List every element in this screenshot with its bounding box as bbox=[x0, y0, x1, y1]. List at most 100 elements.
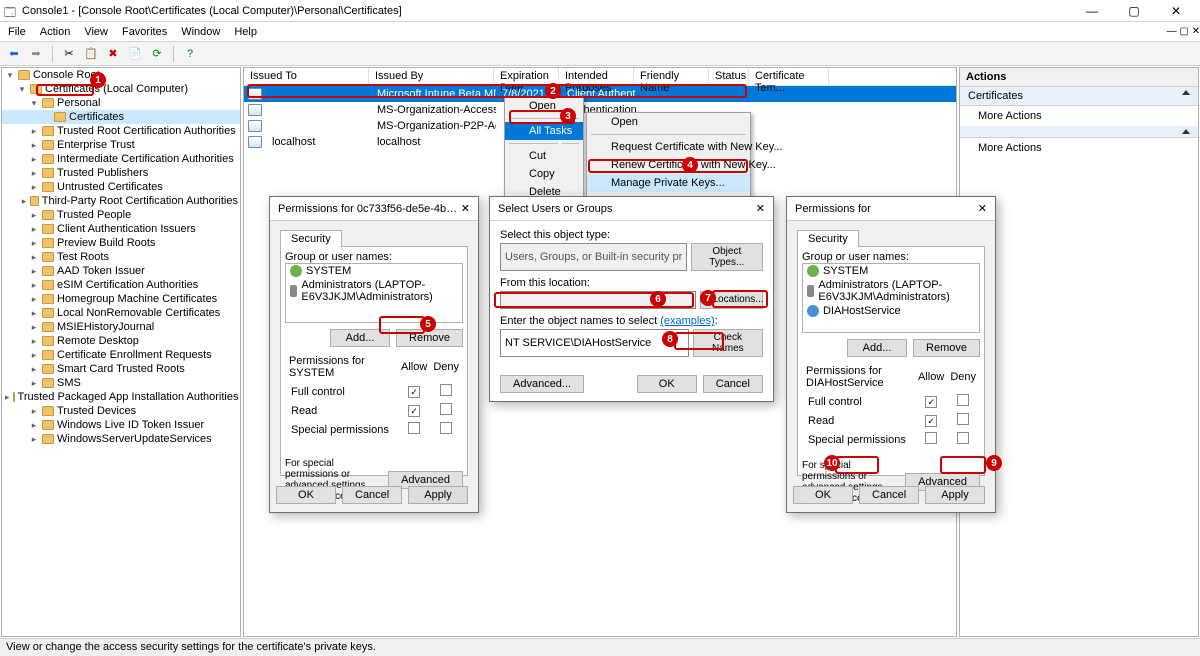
mi-copy[interactable]: Copy bbox=[505, 165, 583, 183]
cut-icon[interactable]: ✂ bbox=[59, 44, 79, 64]
tree-item[interactable]: ▸Local NonRemovable Certificates bbox=[2, 306, 240, 320]
tree-item[interactable]: ▸Intermediate Certification Authorities bbox=[2, 152, 240, 166]
dlg2-cancel-button[interactable]: Cancel bbox=[703, 375, 763, 393]
tree-item[interactable]: ▸Untrusted Certificates bbox=[2, 180, 240, 194]
dlg3-tab[interactable]: Security bbox=[797, 230, 859, 247]
copy-icon[interactable]: 📋 bbox=[81, 44, 101, 64]
dlg2-ok-button[interactable]: OK bbox=[637, 375, 697, 393]
back-icon[interactable]: ⬅ bbox=[4, 44, 24, 64]
checkbox[interactable] bbox=[957, 413, 969, 425]
dlg1-ok-button[interactable]: OK bbox=[276, 486, 336, 504]
checkbox[interactable]: ✓ bbox=[925, 415, 937, 427]
mi-manage-private-keys[interactable]: Manage Private Keys... bbox=[587, 174, 750, 192]
menu-action[interactable]: Action bbox=[40, 26, 71, 38]
cert-row[interactable]: Microsoft Intune Beta MDM De...7/8/2021C… bbox=[244, 86, 956, 102]
tree-item[interactable]: ▸eSIM Certification Authorities bbox=[2, 278, 240, 292]
dlg1-cancel-button[interactable]: Cancel bbox=[342, 486, 402, 504]
help-icon[interactable]: ? bbox=[180, 44, 200, 64]
dlg2-examples-link[interactable]: (examples) bbox=[660, 315, 714, 327]
dlg3-ok-button[interactable]: OK bbox=[793, 486, 853, 504]
dlg3-close-icon[interactable]: ✕ bbox=[978, 202, 987, 215]
tree-item[interactable]: ▸Certificate Enrollment Requests bbox=[2, 348, 240, 362]
separator bbox=[173, 46, 174, 62]
dlg3-cancel-button[interactable]: Cancel bbox=[859, 486, 919, 504]
tree-item[interactable]: ▸Smart Card Trusted Roots bbox=[2, 362, 240, 376]
tree-item[interactable]: ▸SMS bbox=[2, 376, 240, 390]
menu-help[interactable]: Help bbox=[234, 26, 257, 38]
refresh-icon[interactable]: ⟳ bbox=[147, 44, 167, 64]
actions-sub[interactable]: Certificates bbox=[960, 87, 1198, 106]
checkbox[interactable]: ✓ bbox=[408, 405, 420, 417]
checkbox[interactable] bbox=[440, 384, 452, 396]
dlg1-users-list[interactable]: SYSTEM Administrators (LAPTOP-E6V3JKJM\A… bbox=[285, 263, 463, 323]
list-header[interactable]: Issued ToIssued ByExpiration DateIntende… bbox=[244, 68, 956, 86]
dlg2-advanced-button[interactable]: Advanced... bbox=[500, 375, 584, 393]
tree-item[interactable]: ▸Test Roots bbox=[2, 250, 240, 264]
dlg1-add-button[interactable]: Add... bbox=[330, 329, 390, 347]
tree-item[interactable]: ▸Trusted Packaged App Installation Autho… bbox=[2, 390, 240, 404]
maximize-button[interactable]: ▢ bbox=[1114, 4, 1154, 18]
dlg2-locations-button[interactable]: Locations... bbox=[700, 291, 764, 309]
actions-more-2[interactable]: More Actions bbox=[960, 138, 1198, 158]
mi-open2[interactable]: Open bbox=[587, 113, 750, 131]
dlg3-remove-button[interactable]: Remove bbox=[913, 339, 980, 357]
mi-request-cert[interactable]: Request Certificate with New Key... bbox=[587, 138, 750, 156]
dlg3-apply-button[interactable]: Apply bbox=[925, 486, 985, 504]
dlg3-add-button[interactable]: Add... bbox=[847, 339, 907, 357]
checkbox[interactable] bbox=[957, 394, 969, 406]
menu-favorites[interactable]: Favorites bbox=[122, 26, 167, 38]
mi-open[interactable]: Open bbox=[505, 97, 583, 115]
tree-item[interactable]: ▸Trusted People bbox=[2, 208, 240, 222]
mdi-controls[interactable]: — ▢ ✕ bbox=[1167, 26, 1200, 37]
dlg1-apply-button[interactable]: Apply bbox=[408, 486, 468, 504]
delete-icon[interactable]: ✖ bbox=[103, 44, 123, 64]
tree-pane[interactable]: ▾Console Root▾Certificates (Local Comput… bbox=[1, 67, 241, 637]
forward-icon[interactable]: ➡ bbox=[26, 44, 46, 64]
tree-item[interactable]: ▸AAD Token Issuer bbox=[2, 264, 240, 278]
tree-item[interactable]: ▾Personal bbox=[2, 96, 240, 110]
checkbox[interactable]: ✓ bbox=[925, 396, 937, 408]
actions-header: Actions bbox=[960, 68, 1198, 87]
tree-item[interactable]: ▸Windows Live ID Token Issuer bbox=[2, 418, 240, 432]
tree-item[interactable]: ▸Client Authentication Issuers bbox=[2, 222, 240, 236]
tree-item[interactable]: ▸Enterprise Trust bbox=[2, 138, 240, 152]
close-button[interactable]: ✕ bbox=[1156, 4, 1196, 18]
tree-item[interactable]: ▸MSIEHistoryJournal bbox=[2, 320, 240, 334]
dlg2-close-icon[interactable]: ✕ bbox=[756, 202, 765, 215]
tree-item[interactable]: ▸WindowsServerUpdateServices bbox=[2, 432, 240, 446]
dlg1-remove-button[interactable]: Remove bbox=[396, 329, 463, 347]
tree-item[interactable]: ▾Console Root bbox=[2, 68, 240, 82]
checkbox[interactable] bbox=[440, 422, 452, 434]
tree-item[interactable]: ▸Third-Party Root Certification Authorit… bbox=[2, 194, 240, 208]
actions-more-1[interactable]: More Actions bbox=[960, 106, 1198, 126]
dlg2-object-types-button[interactable]: Object Types... bbox=[691, 243, 763, 271]
checkbox[interactable] bbox=[957, 432, 969, 444]
properties-icon[interactable]: 📄 bbox=[125, 44, 145, 64]
tree-item[interactable]: Certificates bbox=[2, 110, 240, 124]
mi-all-tasks[interactable]: All Tasks bbox=[505, 122, 583, 140]
checkbox[interactable] bbox=[440, 403, 452, 415]
menu-file[interactable]: File bbox=[8, 26, 26, 38]
menu-window[interactable]: Window bbox=[181, 26, 220, 38]
dlg2-check-names-button[interactable]: Check Names bbox=[693, 329, 763, 357]
mi-cut[interactable]: Cut bbox=[505, 147, 583, 165]
dlg1-tab[interactable]: Security bbox=[280, 230, 342, 247]
tree-item[interactable]: ▾Certificates (Local Computer) bbox=[2, 82, 240, 96]
dlg1-close-icon[interactable]: ✕ bbox=[461, 202, 470, 215]
tree-item[interactable]: ▸Remote Desktop bbox=[2, 334, 240, 348]
menu-view[interactable]: View bbox=[84, 26, 108, 38]
tree-item[interactable]: ▸Trusted Devices bbox=[2, 404, 240, 418]
tree-item[interactable]: ▸Preview Build Roots bbox=[2, 236, 240, 250]
tree-item[interactable]: ▸Trusted Root Certification Authorities bbox=[2, 124, 240, 138]
dlg3-users-list[interactable]: SYSTEM Administrators (LAPTOP-E6V3JKJM\A… bbox=[802, 263, 980, 333]
tree-item[interactable]: ▸Homegroup Machine Certificates bbox=[2, 292, 240, 306]
checkbox[interactable] bbox=[408, 422, 420, 434]
mi-renew-cert[interactable]: Renew Certificate with New Key... bbox=[587, 156, 750, 174]
tree-item[interactable]: ▸Trusted Publishers bbox=[2, 166, 240, 180]
checkbox[interactable] bbox=[925, 432, 937, 444]
actions-sub2[interactable] bbox=[960, 126, 1198, 138]
dlg3-title: Permissions for bbox=[795, 203, 871, 215]
checkbox[interactable]: ✓ bbox=[408, 386, 420, 398]
minimize-button[interactable]: — bbox=[1072, 4, 1112, 18]
dlg2-object-names[interactable] bbox=[500, 329, 689, 357]
